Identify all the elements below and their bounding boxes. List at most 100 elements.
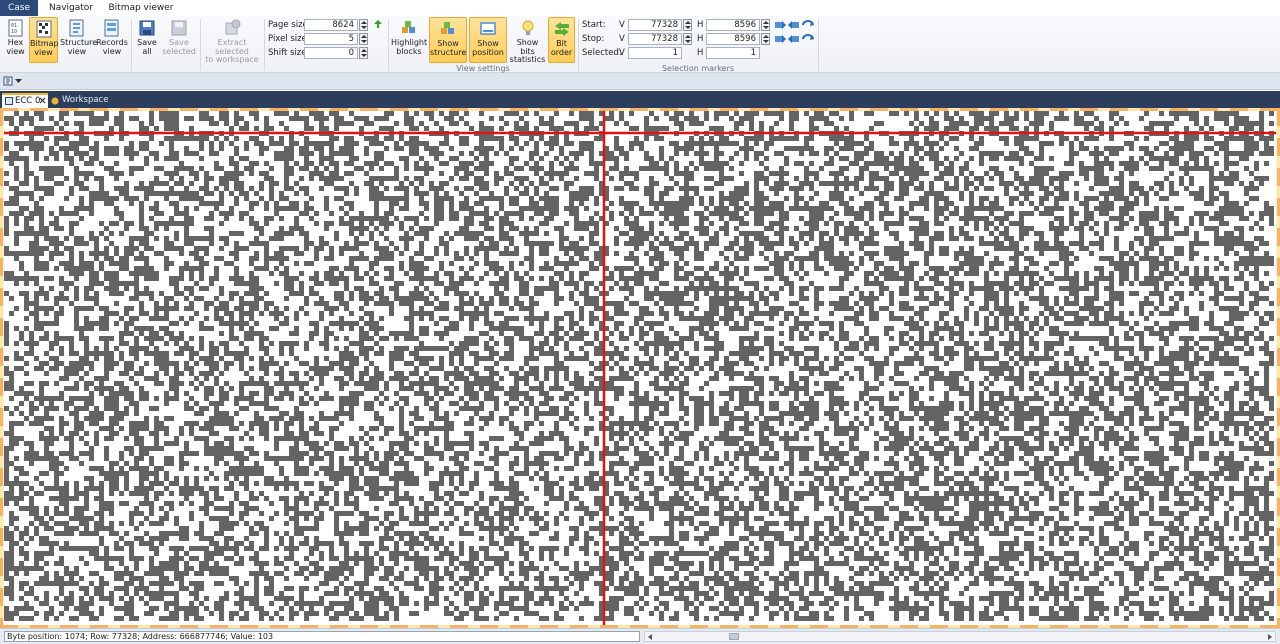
hex-view-label-2: view xyxy=(6,46,25,56)
bit-order-label-2: order xyxy=(550,47,573,57)
bitmap-viewer[interactable] xyxy=(0,108,1280,628)
stop-v-label: V xyxy=(619,34,625,44)
structure-view-label-2: view xyxy=(67,46,87,56)
start-h-input[interactable]: 8596 xyxy=(706,19,760,31)
save-all-button[interactable]: Save all xyxy=(134,17,160,63)
highlight-blocks-label-2: blocks xyxy=(396,46,422,56)
bitmap-pixel-data xyxy=(4,111,1274,621)
tab-case[interactable]: Case xyxy=(0,0,38,16)
horizontal-scrollbar[interactable] xyxy=(644,631,1276,642)
show-structure-label-2: structure xyxy=(430,47,467,57)
doc-tab-workspace[interactable]: Workspace xyxy=(50,93,110,108)
doc-tab-ecc[interactable]: ECC 0 xyxy=(2,93,48,108)
status-position-text: Byte position: 1074; Row: 77328; Address… xyxy=(4,631,640,642)
start-h-spinner[interactable] xyxy=(761,19,770,31)
tab-bitmap-viewer[interactable]: Bitmap viewer xyxy=(106,0,176,16)
start-v-label: V xyxy=(619,20,625,30)
records-view-button[interactable]: Records view xyxy=(96,17,128,63)
bitmap-pixels[interactable] xyxy=(4,111,1276,625)
quick-access-bar xyxy=(0,73,1280,90)
structure-view-icon xyxy=(69,19,84,37)
doc-tab-ecc-label: ECC 0 xyxy=(15,96,41,106)
show-position-icon xyxy=(480,22,496,35)
stop-h-spinner[interactable] xyxy=(761,33,770,45)
stop-v-input[interactable]: 77328 xyxy=(628,33,682,45)
show-position-button[interactable]: Show position xyxy=(469,17,507,63)
highlight-blocks-icon xyxy=(402,21,415,33)
show-bits-statistics-icon xyxy=(522,20,533,35)
highlight-blocks-button[interactable]: Highlight blocks xyxy=(391,17,427,63)
structure-view-button[interactable]: Structure view xyxy=(60,17,97,63)
records-view-label-2: view xyxy=(102,46,122,56)
save-selected-label-2: selected xyxy=(162,46,196,56)
extract-selected-icon xyxy=(225,19,241,35)
save-selected-button[interactable]: Save selected xyxy=(162,17,196,63)
separator xyxy=(264,19,265,71)
shift-size-label: Shift size xyxy=(268,48,307,58)
extract-selected-button[interactable]: Extract selected to workspace xyxy=(203,17,261,64)
show-structure-icon xyxy=(441,22,454,34)
save-all-label-2: all xyxy=(142,46,152,56)
quick-access-icon[interactable] xyxy=(3,76,13,86)
records-view-icon xyxy=(104,19,119,37)
goto-stop-icon[interactable] xyxy=(774,34,786,44)
document-tab-bar: ECC 0 Workspace xyxy=(0,91,1280,108)
start-v-input[interactable]: 77328 xyxy=(628,19,682,31)
selected-h-value: 1 xyxy=(706,47,760,59)
view-settings-caption: View settings xyxy=(456,64,510,73)
show-structure-button[interactable]: Show structure xyxy=(429,17,467,63)
shift-size-input[interactable]: 0 xyxy=(304,47,358,59)
scroll-right-icon[interactable] xyxy=(1268,634,1272,640)
selected-v-label: V xyxy=(619,48,625,58)
selected-h-label: H xyxy=(697,48,704,58)
extract-selected-label-1: Extract selected xyxy=(215,38,249,56)
goto-start-alt-icon[interactable] xyxy=(788,20,800,30)
bitmap-canvas[interactable] xyxy=(4,111,1276,625)
page-size-label: Page size xyxy=(268,20,308,30)
pixel-size-spinner[interactable] xyxy=(359,33,368,45)
save-selected-icon xyxy=(171,20,187,36)
goto-stop-alt-icon[interactable] xyxy=(788,34,800,44)
bitmap-view-label-2: view xyxy=(34,47,53,57)
tab-navigator[interactable]: Navigator xyxy=(42,0,100,16)
scroll-left-icon[interactable] xyxy=(648,634,652,640)
start-h-label: H xyxy=(697,20,704,30)
show-bits-statistics-button[interactable]: Show bits statistics xyxy=(509,17,546,64)
chevron-down-icon[interactable] xyxy=(15,79,22,84)
separator xyxy=(131,19,132,71)
pixel-size-input[interactable]: 5 xyxy=(304,33,358,45)
scrollbar-thumb[interactable] xyxy=(729,633,739,640)
doc-tab-workspace-label: Workspace xyxy=(62,95,109,105)
sync-stop-icon[interactable] xyxy=(802,34,814,44)
workspace-icon xyxy=(51,97,59,105)
stop-label: Stop: xyxy=(582,34,605,44)
selected-v-value: 1 xyxy=(628,47,682,59)
close-icon[interactable] xyxy=(39,97,46,104)
bit-order-button[interactable]: Bit order xyxy=(548,17,575,63)
start-v-spinner[interactable] xyxy=(683,19,692,31)
hex-view-button[interactable]: 01 10 Hex view xyxy=(3,17,28,63)
separator xyxy=(818,19,819,71)
document-icon xyxy=(5,97,13,105)
bit-order-icon xyxy=(554,22,569,36)
refresh-icon[interactable] xyxy=(372,19,384,29)
svg-text:10: 10 xyxy=(11,29,17,35)
extract-selected-label-2: to workspace xyxy=(205,55,259,64)
pixel-size-label: Pixel size xyxy=(268,34,307,44)
show-bits-statistics-label-1: Show bits xyxy=(516,38,539,56)
selected-label: Selected: xyxy=(582,48,622,58)
selection-markers-caption: Selection markers xyxy=(661,64,735,73)
page-size-spinner[interactable] xyxy=(359,19,368,31)
status-bar: Byte position: 1074; Row: 77328; Address… xyxy=(0,628,1280,644)
shift-size-spinner[interactable] xyxy=(359,47,368,59)
stop-v-spinner[interactable] xyxy=(683,33,692,45)
sync-start-icon[interactable] xyxy=(802,20,814,30)
bitmap-view-icon xyxy=(36,20,51,38)
ribbon-tab-strip: Case Navigator Bitmap viewer xyxy=(0,0,1280,16)
stop-h-label: H xyxy=(697,34,704,44)
bitmap-view-button[interactable]: Bitmap view xyxy=(29,17,59,63)
page-size-input[interactable]: 8624 xyxy=(304,19,358,31)
goto-start-icon[interactable] xyxy=(774,20,786,30)
stop-h-input[interactable]: 8596 xyxy=(706,33,760,45)
show-position-label-2: position xyxy=(472,47,504,57)
